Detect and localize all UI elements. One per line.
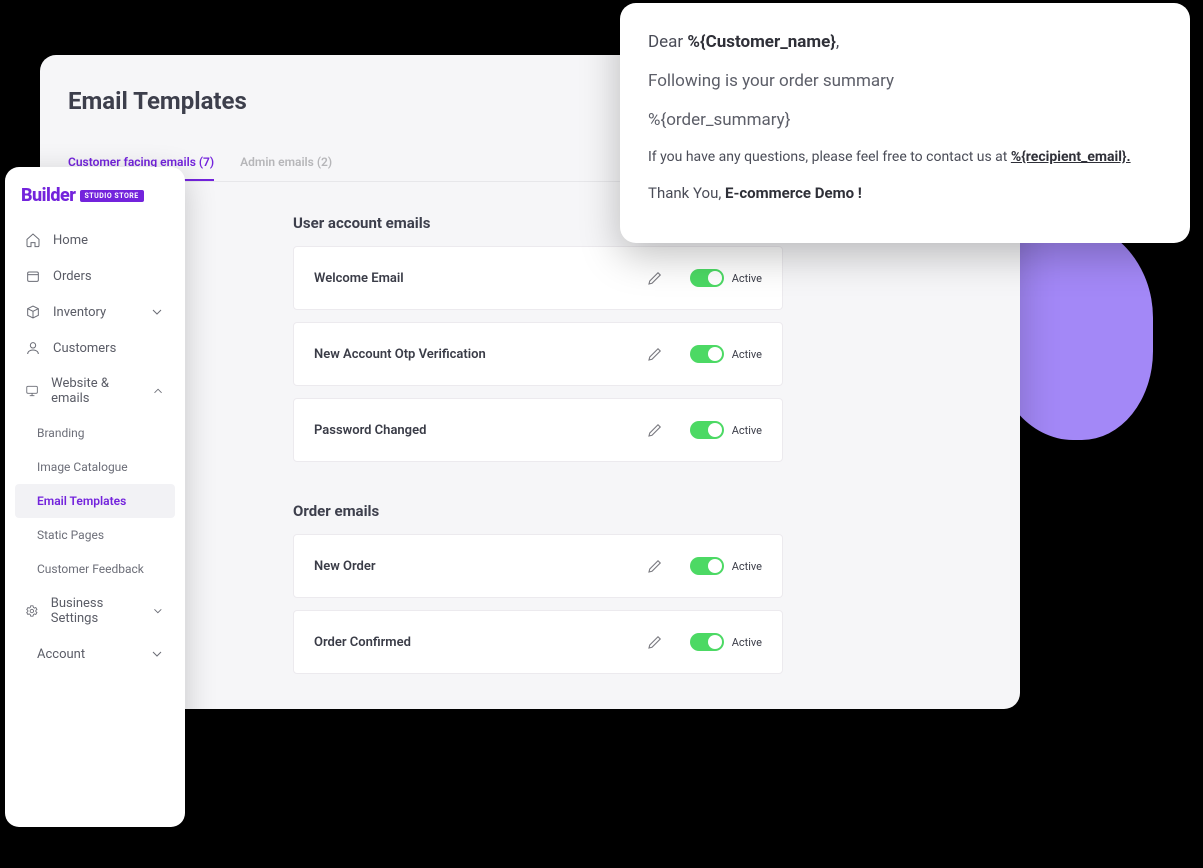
sidebar-item-label: Home [53,233,88,248]
recipient-email-link[interactable]: %{recipient_email}. [1011,149,1131,165]
status-toggle[interactable] [690,557,724,575]
greet-token: %{Customer_name} [687,32,836,52]
chevron-down-icon [151,603,165,619]
sidebar-sub-email-templates[interactable]: Email Templates [15,484,175,518]
preview-line4-prefix: If you have any questions, please feel f… [648,149,1011,165]
toggle-wrap: Active [690,421,762,439]
sidebar-sub-static-pages[interactable]: Static Pages [15,518,175,552]
sidebar-item-label: Orders [53,269,92,284]
template-row-welcome: Welcome Email Active [293,246,783,310]
template-actions: Active [646,557,762,575]
template-actions: Active [646,633,762,651]
sidebar-item-home[interactable]: Home [15,222,175,258]
edit-icon[interactable] [646,269,664,287]
preview-line2: Following is your order summary [648,70,1162,93]
sidebar-item-label: Customers [53,341,116,356]
sidebar-sub-customer-feedback[interactable]: Customer Feedback [15,552,175,586]
chevron-down-icon [149,646,165,662]
status-toggle[interactable] [690,269,724,287]
logo-word: Builder [21,185,76,206]
preview-greeting: Dear %{Customer_name}, [648,31,1162,54]
status-label: Active [732,424,762,437]
sidebar-item-inventory[interactable]: Inventory [15,294,175,330]
edit-icon[interactable] [646,557,664,575]
sidebar-sub-branding[interactable]: Branding [15,416,175,450]
sidebar-item-orders[interactable]: Orders [15,258,175,294]
template-actions: Active [646,269,762,287]
preview-signature: Thank You, E-commerce Demo ! [648,183,1162,203]
status-toggle[interactable] [690,421,724,439]
status-label: Active [732,348,762,361]
preview-line4: If you have any questions, please feel f… [648,148,1162,167]
template-label: Order Confirmed [314,635,411,650]
edit-icon[interactable] [646,345,664,363]
logo: Builder STUDIO STORE [15,183,175,222]
greet-prefix: Dear [648,32,687,52]
sidebar-item-business-settings[interactable]: Business Settings [15,586,175,636]
edit-icon[interactable] [646,633,664,651]
toggle-wrap: Active [690,633,762,651]
status-toggle[interactable] [690,633,724,651]
chevron-up-icon [151,383,165,399]
sidebar: Builder STUDIO STORE Home Orders Invento… [5,167,185,827]
sig-prefix: Thank You, [648,184,725,202]
sidebar-item-label: Business Settings [51,596,140,626]
tab-admin-emails[interactable]: Admin emails (2) [240,155,332,181]
toggle-wrap: Active [690,345,762,363]
sidebar-item-customers[interactable]: Customers [15,330,175,366]
template-label: New Order [314,559,376,574]
sidebar-item-website-emails[interactable]: Website & emails [15,366,175,416]
template-label: Password Changed [314,423,426,438]
template-row-neworder: New Order Active [293,534,783,598]
chevron-down-icon [149,304,165,320]
status-label: Active [732,560,762,573]
greet-suffix: , [836,32,839,52]
sidebar-item-label: Account [37,647,85,662]
sig-bold: E-commerce Demo ! [725,184,862,202]
gear-icon [25,603,39,619]
template-row-otp: New Account Otp Verification Active [293,322,783,386]
template-row-password: Password Changed Active [293,398,783,462]
home-icon [25,232,41,248]
status-toggle[interactable] [690,345,724,363]
status-label: Active [732,272,762,285]
edit-icon[interactable] [646,421,664,439]
template-label: New Account Otp Verification [314,347,486,362]
logo-chip: STUDIO STORE [80,190,144,202]
sidebar-item-label: Inventory [53,305,106,320]
template-row-confirmed: Order Confirmed Active [293,610,783,674]
customers-icon [25,340,41,356]
preview-token: %{order_summary} [648,109,1162,132]
section-title-order: Order emails [293,502,783,520]
status-label: Active [732,636,762,649]
sidebar-item-account[interactable]: Account [15,636,175,672]
email-preview-card: Dear %{Customer_name}, Following is your… [620,3,1190,243]
toggle-wrap: Active [690,557,762,575]
sections-container: User account emails Welcome Email Active… [293,214,783,674]
template-label: Welcome Email [314,271,404,286]
template-actions: Active [646,345,762,363]
orders-icon [25,268,41,284]
sidebar-item-label: Website & emails [51,376,139,406]
sidebar-sub-image-catalogue[interactable]: Image Catalogue [15,450,175,484]
template-actions: Active [646,421,762,439]
toggle-wrap: Active [690,269,762,287]
inventory-icon [25,304,41,320]
monitor-icon [25,383,39,399]
